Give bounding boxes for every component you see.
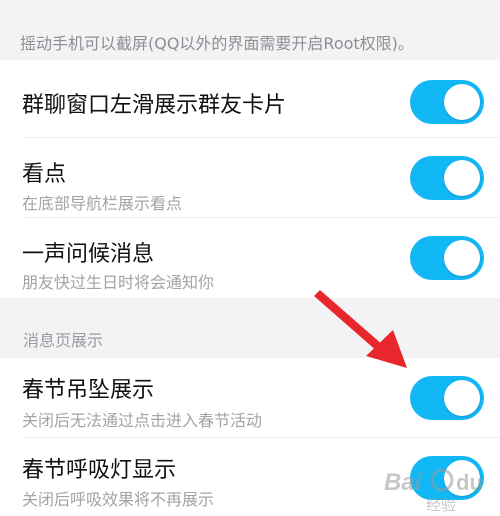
header-note: 摇动手机可以截屏(QQ以外的界面需要开启Root权限)。: [0, 0, 500, 60]
setting-subtitle: 在底部导航栏展示看点: [22, 194, 183, 213]
setting-row-greeting[interactable]: 一声问候消息 朋友快过生日时将会通知你: [0, 218, 500, 298]
setting-title: 看点: [22, 162, 67, 187]
setting-subtitle: 关闭后无法通过点击进入春节活动: [22, 411, 263, 430]
setting-row-kandian[interactable]: 看点 在底部导航栏展示看点: [0, 138, 500, 218]
setting-row-spring-pendant[interactable]: 春节吊坠展示 关闭后无法通过点击进入春节活动: [0, 358, 500, 438]
toggle-spring-breathing-light[interactable]: [410, 456, 484, 500]
toggle-knob: [444, 380, 480, 416]
toggle-spring-pendant[interactable]: [410, 376, 484, 420]
toggle-knob: [444, 160, 480, 196]
setting-title: 群聊窗口左滑展示群友卡片: [22, 93, 287, 118]
setting-subtitle: 朋友快过生日时将会通知你: [22, 273, 215, 292]
setting-row-spring-breathing-light[interactable]: 春节呼吸灯显示 关闭后呼吸效果将不再展示: [0, 438, 500, 516]
settings-page: 摇动手机可以截屏(QQ以外的界面需要开启Root权限)。 群聊窗口左滑展示群友卡…: [0, 0, 500, 516]
toggle-kandian[interactable]: [410, 156, 484, 200]
setting-title: 一声问候消息: [22, 242, 155, 267]
toggle-knob: [444, 460, 480, 496]
toggle-knob: [444, 84, 480, 120]
setting-title: 春节吊坠展示: [22, 378, 155, 403]
setting-subtitle: 关闭后呼吸效果将不再展示: [22, 490, 215, 509]
setting-title: 春节呼吸灯显示: [22, 458, 177, 483]
section-header-message-page: 消息页展示: [0, 298, 500, 358]
toggle-group-card[interactable]: [410, 80, 484, 124]
toggle-greeting[interactable]: [410, 236, 484, 280]
toggle-knob: [444, 240, 480, 276]
setting-row-group-card[interactable]: 群聊窗口左滑展示群友卡片: [0, 60, 500, 138]
